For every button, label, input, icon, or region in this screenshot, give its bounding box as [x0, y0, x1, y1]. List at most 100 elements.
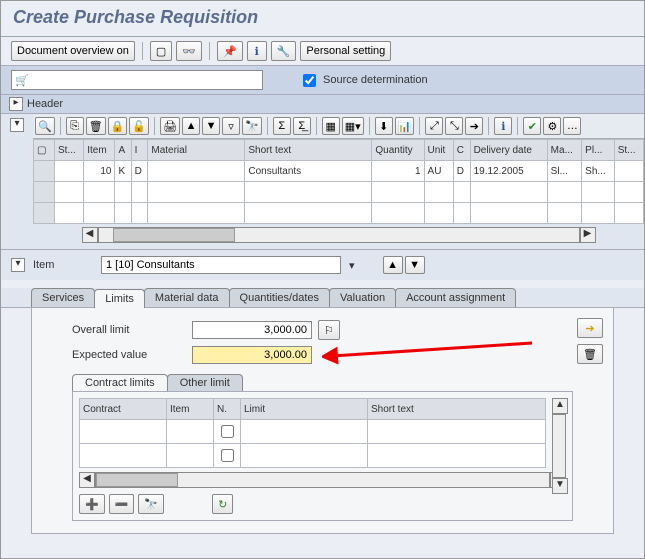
next-item-button[interactable]: ▼	[405, 256, 425, 274]
prev-item-button[interactable]: ▲	[383, 256, 403, 274]
no-limit-button[interactable]: ⚐	[318, 320, 340, 340]
col-material[interactable]: Material	[148, 140, 245, 161]
tab-limits[interactable]: Limits	[94, 289, 145, 308]
scroll-track[interactable]	[98, 227, 580, 243]
col-ddate[interactable]: Delivery date	[470, 140, 547, 161]
col-short[interactable]: Short text	[245, 140, 372, 161]
subtotal-button[interactable]: Σ̲	[293, 117, 311, 135]
subgrid-hscroll[interactable]: ◀ ▶	[79, 472, 566, 488]
table-row[interactable]: 10 K D Consultants 1 AU D 19.12.2005 Sl.…	[34, 161, 644, 182]
settings-icon-button[interactable]: 🔧	[271, 41, 297, 61]
lock-button[interactable]: 🔒	[108, 117, 128, 135]
expected-value-input[interactable]	[192, 346, 312, 364]
sub-col-contract[interactable]: Contract	[80, 399, 167, 420]
sigma-icon: Σ	[278, 120, 285, 132]
contract-limits-grid[interactable]: Contract Item N. Limit Short text	[79, 398, 546, 468]
sort-asc-button[interactable]: ▲	[182, 117, 200, 135]
next-screen-button[interactable]: ➔	[577, 318, 603, 338]
item-dropdown[interactable]	[101, 256, 341, 274]
unlock-button[interactable]: 🔓	[129, 117, 149, 135]
overall-limit-input[interactable]	[192, 321, 312, 339]
no-limit-check[interactable]	[221, 425, 234, 438]
hscroll-thumb[interactable]	[96, 473, 178, 487]
scroll-left-icon[interactable]: ◀	[79, 472, 95, 488]
sub-col-limit[interactable]: Limit	[241, 399, 368, 420]
scroll-thumb[interactable]	[113, 228, 235, 242]
col-pl[interactable]: Pl...	[582, 140, 615, 161]
sub-col-short[interactable]: Short text	[368, 399, 546, 420]
grid-hscroll[interactable]: ◀ ▶	[33, 224, 644, 249]
sort-desc-button[interactable]: ▼	[202, 117, 220, 135]
delete-row-button[interactable]: ➖	[109, 494, 135, 514]
tab-material-data[interactable]: Material data	[144, 288, 230, 307]
layout-button[interactable]: ▦	[322, 117, 340, 135]
filter-button[interactable]: ▿	[222, 117, 240, 135]
col-qty[interactable]: Quantity	[372, 140, 424, 161]
goto-button[interactable]: ➔	[465, 117, 483, 135]
header-collapse-icon[interactable]: ▸	[9, 97, 23, 111]
tab-valuation[interactable]: Valuation	[329, 288, 396, 307]
hscroll-track[interactable]	[95, 472, 550, 488]
info-icon-button[interactable]: ℹ	[247, 41, 267, 61]
select-layout-button[interactable]: ▦▾	[342, 117, 364, 135]
expand-button[interactable]: ⤢	[425, 117, 443, 135]
no-limit-check[interactable]	[221, 449, 234, 462]
tab-quantities-dates[interactable]: Quantities/dates	[229, 288, 331, 307]
col-a[interactable]: A	[115, 140, 131, 161]
personal-setting-button[interactable]: Personal setting	[300, 41, 391, 61]
sub-col-item[interactable]: Item	[167, 399, 214, 420]
col-st[interactable]: St...	[55, 140, 84, 161]
find-button[interactable]: 🔭	[242, 117, 262, 135]
col-st2[interactable]: St...	[614, 140, 643, 161]
hold-icon-button[interactable]: 📌	[217, 41, 243, 61]
print-button[interactable]: 🖨	[160, 117, 180, 135]
insert-row-button[interactable]: ➕	[79, 494, 105, 514]
collapse-button[interactable]: ⤡	[445, 117, 463, 135]
doc-type-selector[interactable]: 🛒	[11, 70, 263, 90]
col-item[interactable]: Item	[84, 140, 115, 161]
tab-services[interactable]: Services	[31, 288, 95, 307]
scroll-up-icon[interactable]: ▲	[552, 398, 568, 414]
source-determination-input[interactable]	[303, 74, 316, 87]
scroll-left-icon[interactable]: ◀	[82, 227, 98, 243]
find-row-button[interactable]: 🔭	[138, 494, 164, 514]
vscroll-track[interactable]	[552, 414, 566, 478]
table-row[interactable]	[34, 203, 644, 224]
sub-col-n[interactable]: N.	[214, 399, 241, 420]
source-determination-checkbox[interactable]: Source determination	[299, 71, 428, 90]
create-icon-button[interactable]: ▢	[150, 41, 172, 61]
display-icon-button[interactable]: 👓	[176, 41, 202, 61]
check-button[interactable]: ✔	[523, 117, 541, 135]
scroll-right-icon[interactable]: ▶	[580, 227, 596, 243]
document-overview-button[interactable]: Document overview on	[11, 41, 135, 61]
dropdown-icon[interactable]: ▾	[349, 259, 355, 272]
item-detail-collapse-icon[interactable]: ▾	[11, 258, 25, 272]
sum-button[interactable]: Σ	[273, 117, 291, 135]
more-button[interactable]: …	[563, 117, 581, 135]
item-grid[interactable]: ▢ St... Item A I Material Short text Qua…	[33, 139, 644, 224]
details-button[interactable]: 🔍	[35, 117, 55, 135]
export-button[interactable]: ⬇	[375, 117, 393, 135]
chart-button[interactable]: 📊	[395, 117, 415, 135]
col-ma[interactable]: Ma...	[547, 140, 581, 161]
col-i[interactable]: I	[131, 140, 148, 161]
copy-button[interactable]: ⎘	[66, 117, 84, 135]
settings2-button[interactable]: ⚙	[543, 117, 561, 135]
col-unit[interactable]: Unit	[424, 140, 453, 161]
delete-limit-button[interactable]: 🗑	[577, 344, 603, 364]
row-selector[interactable]	[34, 161, 55, 182]
doc-type-input[interactable]	[32, 72, 262, 88]
refresh-button[interactable]: ↻	[212, 494, 233, 514]
table-row[interactable]	[80, 420, 546, 444]
scroll-down-icon[interactable]: ▼	[552, 478, 568, 494]
subgrid-vscroll[interactable]: ▲ ▼	[552, 398, 566, 494]
subtab-contract-limits[interactable]: Contract limits	[72, 374, 168, 391]
delete-button[interactable]: 🗑	[86, 117, 106, 135]
table-row[interactable]	[80, 444, 546, 468]
subtab-other-limit[interactable]: Other limit	[167, 374, 243, 391]
col-c[interactable]: C	[453, 140, 470, 161]
table-row[interactable]	[34, 182, 644, 203]
info2-button[interactable]: ℹ	[494, 117, 512, 135]
tab-account-assignment[interactable]: Account assignment	[395, 288, 516, 307]
item-collapse-icon[interactable]: ▾	[10, 118, 24, 132]
